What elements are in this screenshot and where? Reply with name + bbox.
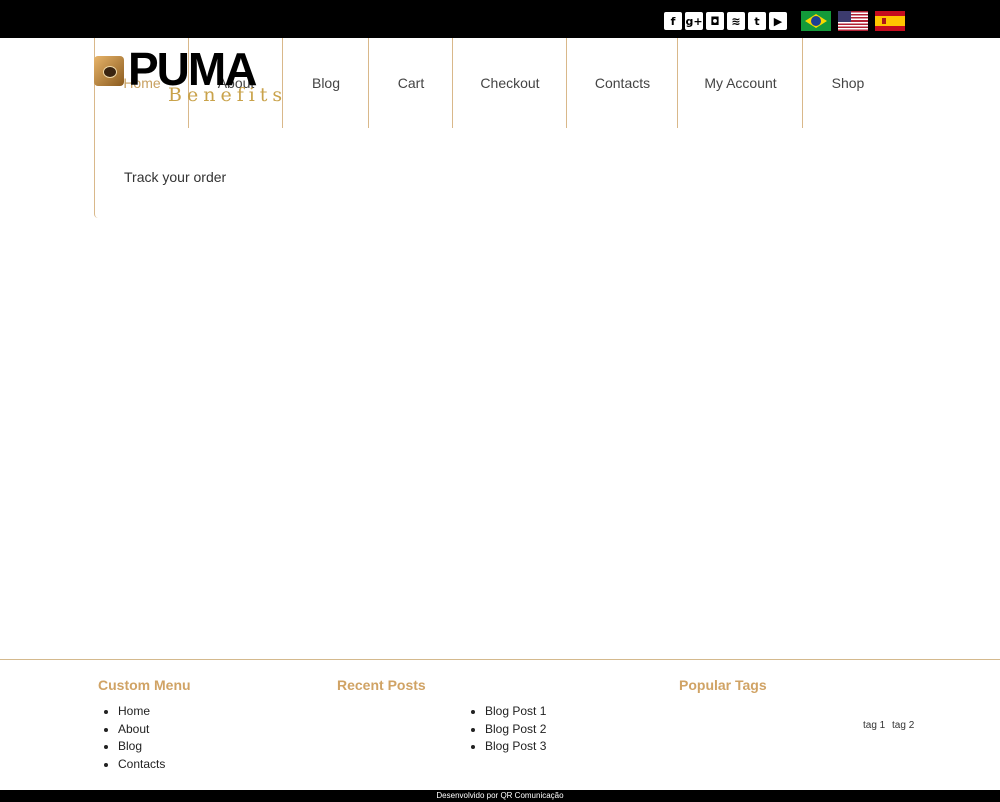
usa-flag-icon[interactable] — [838, 11, 868, 31]
spain-flag-icon[interactable] — [875, 11, 905, 31]
tag-link[interactable]: tag 1 — [863, 720, 885, 731]
recent-post-link[interactable]: Blog Post 1 — [485, 703, 546, 721]
recent-post-link[interactable]: Blog Post 3 — [485, 738, 546, 756]
recent-posts-title: Recent Posts — [337, 677, 426, 693]
youtube-icon[interactable]: ▶ — [769, 12, 787, 30]
puma-eye-icon — [94, 56, 124, 86]
footer-credit: Desenvolvido por QR Comunicação — [0, 790, 1000, 802]
nav-item-cart[interactable]: Cart — [368, 38, 453, 128]
custom-menu-title: Custom Menu — [98, 677, 191, 693]
instagram-icon[interactable]: ◘ — [706, 12, 724, 30]
nav-item-shop[interactable]: Shop — [802, 38, 893, 128]
tag-link[interactable]: tag 2 — [892, 720, 914, 731]
brazil-flag-icon[interactable] — [801, 11, 831, 31]
recent-posts-list: Blog Post 1 Blog Post 2 Blog Post 3 — [465, 703, 546, 756]
nav-item-my-account[interactable]: My Account — [677, 38, 803, 128]
logo-subtitle: Benefits — [168, 84, 288, 106]
popular-tags-title: Popular Tags — [679, 677, 767, 693]
nav-item-blog[interactable]: Blog — [282, 38, 369, 128]
custom-menu-list: Home About Blog Contacts — [98, 703, 165, 773]
social-links: f g+ ◘ ≋ t ▶ — [664, 12, 787, 30]
footer-link-contacts[interactable]: Contacts — [118, 756, 165, 774]
footer-link-blog[interactable]: Blog — [118, 738, 165, 756]
nav-item-checkout[interactable]: Checkout — [452, 38, 567, 128]
site-logo[interactable]: PUMA Benefits — [94, 46, 288, 110]
top-bar: f g+ ◘ ≋ t ▶ — [0, 0, 1000, 38]
google-plus-icon[interactable]: g+ — [685, 12, 703, 30]
recent-post-link[interactable]: Blog Post 2 — [485, 721, 546, 739]
footer-link-about[interactable]: About — [118, 721, 165, 739]
track-order-link[interactable]: Track your order — [124, 169, 226, 185]
tag-cloud: tag 1 tag 2 — [863, 720, 918, 731]
language-switcher — [801, 11, 905, 31]
rss-icon[interactable]: ≋ — [727, 12, 745, 30]
nav-item-contacts[interactable]: Contacts — [566, 38, 678, 128]
footer-link-home[interactable]: Home — [118, 703, 165, 721]
twitter-icon[interactable]: t — [748, 12, 766, 30]
facebook-icon[interactable]: f — [664, 12, 682, 30]
